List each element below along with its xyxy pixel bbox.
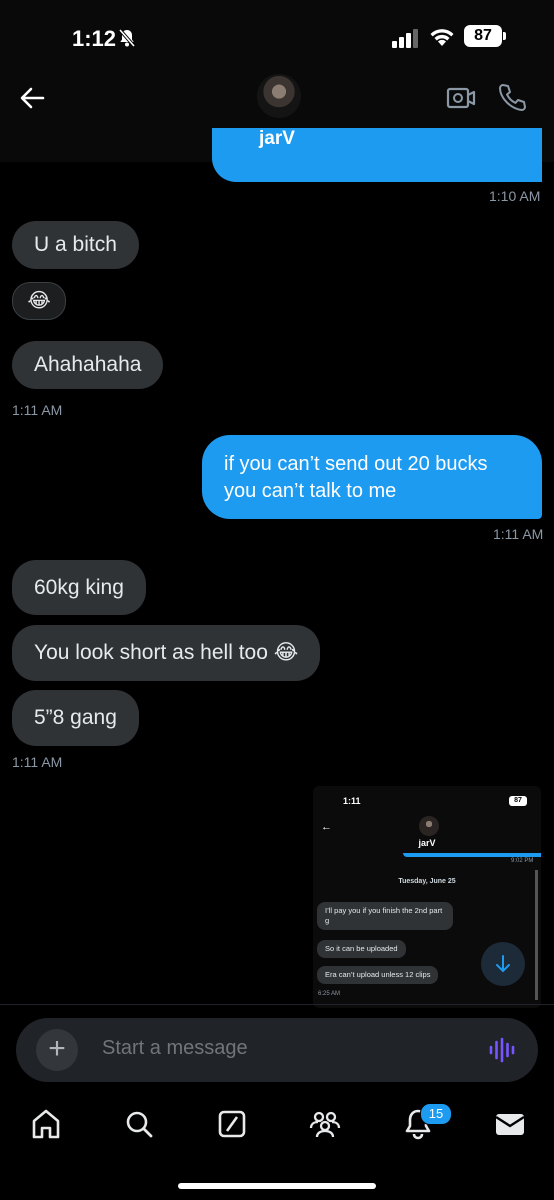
incoming-message-bubble[interactable]: 5”8 gang <box>12 690 139 746</box>
embedded-message: I’ll pay you if you finish the 2nd part … <box>317 902 453 930</box>
notifications-badge: 15 <box>420 1103 452 1125</box>
bell-off-icon <box>118 28 136 48</box>
message-input[interactable]: Start a message <box>102 1037 248 1060</box>
embedded-contact-name: jarV <box>418 838 436 848</box>
communities-tab-icon[interactable] <box>305 1104 345 1144</box>
grok-tab-icon[interactable] <box>212 1104 252 1144</box>
home-tab-icon[interactable] <box>26 1104 66 1144</box>
message-line: if you can’t send out 20 bucks <box>224 453 488 475</box>
embedded-scroll-down-button <box>481 942 525 986</box>
embedded-date-separator: Tuesday, June 25 <box>398 878 456 885</box>
message-timestamp: 1:11 AM <box>12 754 63 770</box>
cellular-signal-icon <box>392 29 418 48</box>
back-arrow-icon[interactable] <box>18 84 46 112</box>
embedded-message: Era can’t upload unless 12 clips <box>317 966 439 984</box>
message-composer <box>16 1018 538 1082</box>
embedded-battery: 87 <box>509 796 527 806</box>
voice-message-icon[interactable] <box>488 1036 516 1064</box>
composer-divider <box>0 1004 554 1005</box>
battery-tip <box>503 32 506 40</box>
home-indicator <box>178 1183 376 1189</box>
message-timestamp: 1:10 AM <box>489 188 541 204</box>
phone-call-icon[interactable] <box>497 82 527 112</box>
incoming-message-bubble[interactable]: You look short as hell too 😂 <box>12 625 321 681</box>
contact-avatar[interactable] <box>257 74 301 118</box>
messages-tab-icon[interactable] <box>490 1104 530 1144</box>
wifi-icon <box>430 29 454 46</box>
contact-name[interactable]: jarV <box>0 128 554 150</box>
embedded-timestamp: 6:25 AM <box>318 991 341 997</box>
embedded-outgoing-bubble-partial <box>403 853 541 857</box>
emoji-message[interactable]: 😂 <box>12 282 66 320</box>
message-timestamp: 1:11 AM <box>493 526 544 542</box>
search-tab-icon[interactable] <box>119 1104 159 1144</box>
incoming-message-bubble[interactable]: U a bitch <box>12 221 139 269</box>
embedded-status-time: 1:11 <box>343 796 361 806</box>
embedded-avatar <box>419 816 439 836</box>
battery-indicator: 87 <box>464 25 502 47</box>
incoming-message-bubble[interactable]: Ahahahaha <box>12 341 164 389</box>
message-line: you can’t talk to me <box>224 480 397 502</box>
embedded-scrollbar <box>535 870 538 1000</box>
arrow-down-icon <box>496 955 510 973</box>
laughing-emoji: 😂 <box>27 290 51 312</box>
status-time: 1:12 <box>72 26 117 51</box>
image-message-screenshot[interactable]: 1:11 87 ← jarV 9:02 PM Tuesday, June 25 … <box>313 786 541 1008</box>
embedded-timestamp: 9:02 PM <box>511 858 534 864</box>
video-call-icon[interactable] <box>446 84 476 112</box>
embedded-back-arrow-icon: ← <box>321 821 332 833</box>
outgoing-message-bubble[interactable]: if you can’t send out 20 bucks you can’t… <box>202 435 542 519</box>
add-attachment-button[interactable]: + <box>36 1029 78 1071</box>
embedded-message: So it can be uploaded <box>317 940 406 958</box>
incoming-message-bubble[interactable]: 60kg king <box>12 560 146 615</box>
message-timestamp: 1:11 AM <box>12 402 63 418</box>
